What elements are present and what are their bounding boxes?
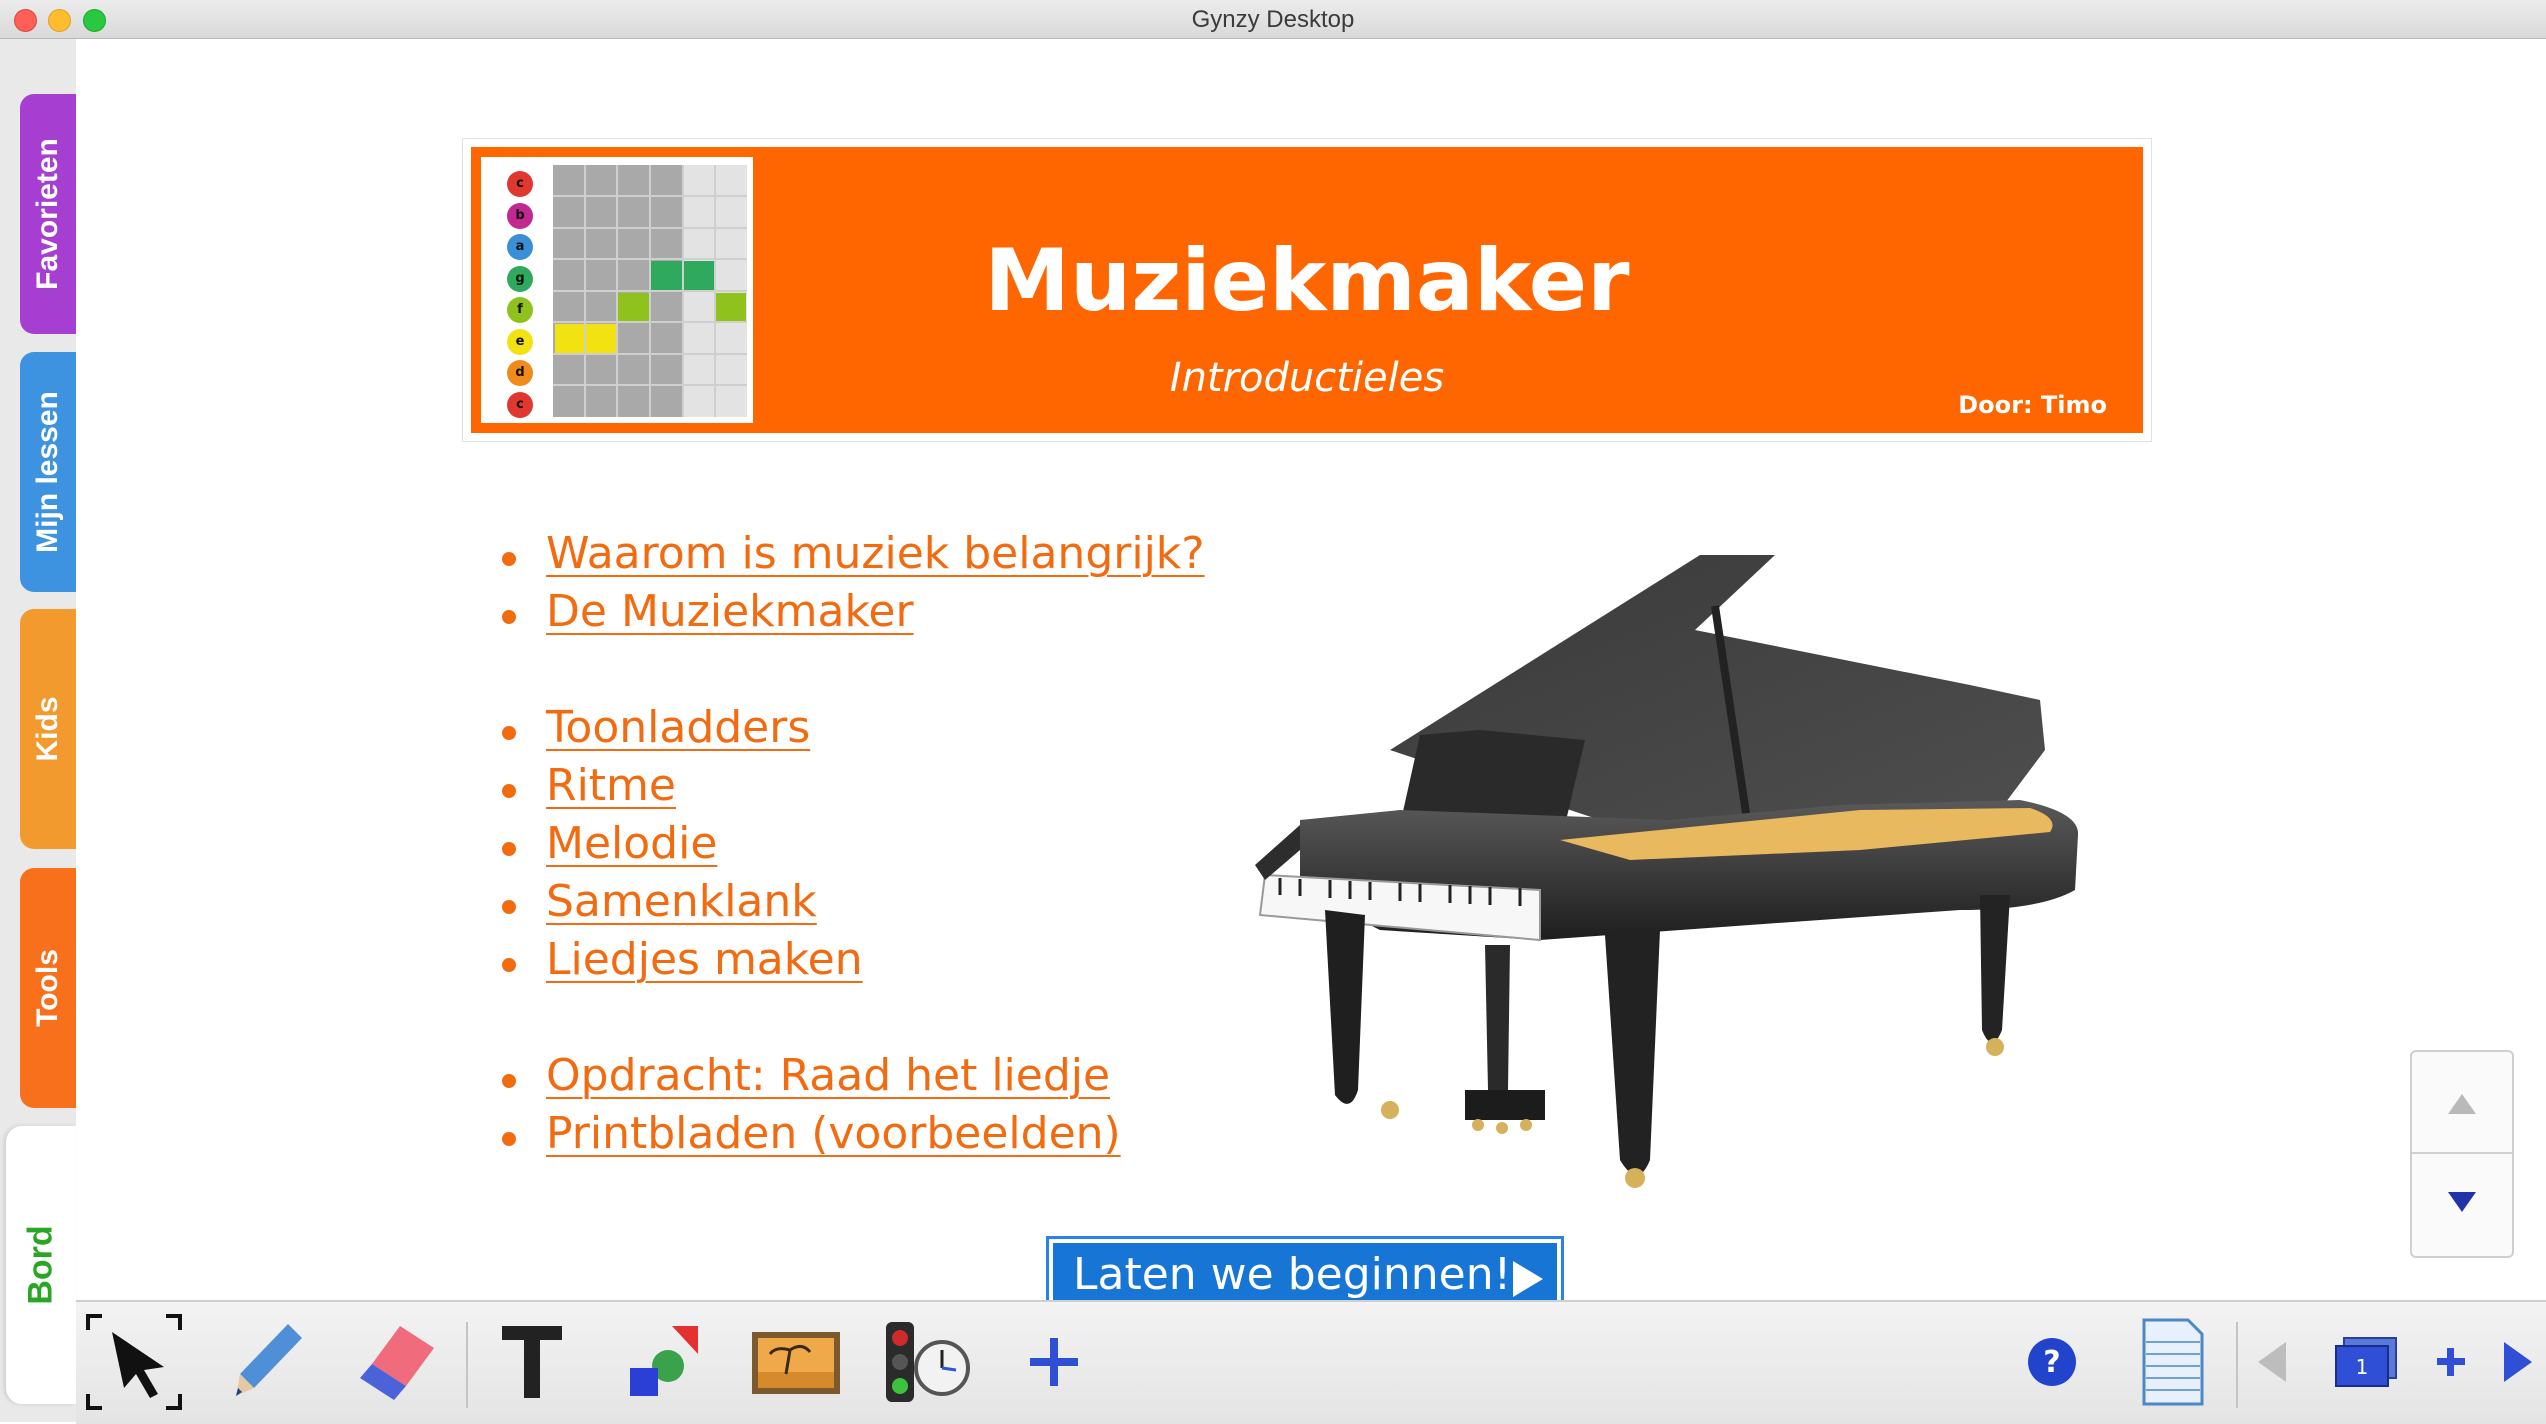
list-item: Ritme bbox=[500, 760, 1205, 818]
sidebar-tab-label: Bord bbox=[21, 1225, 60, 1305]
list-item: Samenklank bbox=[500, 876, 1205, 934]
bullet bbox=[502, 842, 516, 856]
bullet bbox=[502, 726, 516, 740]
page-scroll-control bbox=[2410, 1050, 2514, 1258]
bullet bbox=[502, 1132, 516, 1146]
traffic-light-timer-button[interactable] bbox=[876, 1312, 976, 1412]
list-item: Liedjes maken bbox=[500, 934, 1205, 992]
note-circle: c bbox=[507, 171, 533, 197]
link-waarom-is-muziek-belangrijk[interactable]: Waarom is muziek belangrijk? bbox=[546, 528, 1205, 579]
eraser-icon bbox=[360, 1326, 434, 1400]
shapes-icon bbox=[630, 1326, 698, 1396]
start-lesson-label: Laten we beginnen! bbox=[1053, 1243, 1557, 1306]
link-toonladders[interactable]: Toonladders bbox=[546, 702, 810, 753]
sidebar-tab-label: Mijn lessen bbox=[31, 391, 64, 553]
previous-page-button[interactable] bbox=[2242, 1312, 2302, 1412]
list-item: Toonladders bbox=[500, 702, 1205, 760]
bullet bbox=[502, 552, 516, 566]
page-thumbnail-button[interactable]: 1 bbox=[2316, 1312, 2416, 1412]
note-circle: e bbox=[507, 328, 533, 355]
chevron-down-icon bbox=[2448, 1192, 2476, 1212]
window-title: Gynzy Desktop bbox=[1191, 6, 1355, 33]
start-lesson-button[interactable]: Laten we beginnen! bbox=[1046, 1236, 1564, 1306]
lesson-menu: Waarom is muziek belangrijk? De Muziekma… bbox=[500, 528, 1205, 1166]
image-tool-button[interactable] bbox=[746, 1312, 846, 1412]
sidebar-tab-label: Kids bbox=[31, 696, 64, 762]
page-thumbnail-icon: 1 bbox=[2335, 1337, 2397, 1387]
traffic-light-timer-icon bbox=[886, 1322, 970, 1402]
bullet bbox=[502, 958, 516, 972]
link-de-muziekmaker[interactable]: De Muziekmaker bbox=[546, 586, 914, 637]
add-page-icon bbox=[2437, 1348, 2465, 1376]
bullet bbox=[502, 784, 516, 798]
scroll-down-button[interactable] bbox=[2412, 1154, 2512, 1254]
shapes-tool-button[interactable] bbox=[614, 1312, 714, 1412]
add-tool-button[interactable] bbox=[1004, 1312, 1104, 1412]
eraser-tool-button[interactable] bbox=[348, 1312, 448, 1412]
sidebar-tab-favorieten[interactable]: Favorieten bbox=[20, 94, 76, 334]
current-page-number: 1 bbox=[2356, 1355, 2369, 1379]
add-tool-icon bbox=[1030, 1338, 1078, 1386]
sidebar-tab-bord[interactable]: Bord bbox=[6, 1126, 76, 1404]
bullet bbox=[502, 1074, 516, 1088]
link-samenklank[interactable]: Samenklank bbox=[546, 876, 817, 927]
link-ritme[interactable]: Ritme bbox=[546, 760, 676, 811]
play-arrow-icon bbox=[1513, 1261, 1543, 1297]
scroll-up-button[interactable] bbox=[2412, 1052, 2512, 1152]
link-liedjes-maken[interactable]: Liedjes maken bbox=[546, 934, 863, 985]
list-item: Printbladen (voorbeelden) bbox=[500, 1108, 1205, 1166]
list-item: Opdracht: Raad het liedje bbox=[500, 1050, 1205, 1108]
sidebar-tab-label: Favorieten bbox=[31, 138, 64, 290]
link-printbladen[interactable]: Printbladen (voorbeelden) bbox=[546, 1108, 1121, 1159]
lesson-subtitle: Introductieles bbox=[1169, 355, 1445, 401]
next-page-icon bbox=[2504, 1342, 2532, 1382]
sidebar-tab-tools[interactable]: Tools bbox=[20, 868, 76, 1108]
bottom-toolbar: ? 1 bbox=[76, 1300, 2546, 1424]
select-arrow-icon bbox=[86, 1314, 182, 1410]
link-melodie[interactable]: Melodie bbox=[546, 818, 717, 869]
text-tool-button[interactable] bbox=[482, 1312, 582, 1412]
bullet bbox=[502, 610, 516, 624]
pen-icon bbox=[236, 1324, 302, 1396]
list-item: De Muziekmaker bbox=[500, 586, 1205, 644]
svg-text:?: ? bbox=[2043, 1345, 2060, 1380]
lesson-title: Muziekmaker bbox=[984, 231, 1630, 331]
lesson-author: Door: Timo bbox=[1958, 391, 2107, 419]
list-item: Waarom is muziek belangrijk? bbox=[500, 528, 1205, 586]
banner-background: cbagfedc Muziekmaker Introductieles Door… bbox=[471, 147, 2143, 433]
sidebar-tab-label: Tools bbox=[31, 949, 64, 1027]
lesson-banner: cbagfedc Muziekmaker Introductieles Door… bbox=[462, 138, 2152, 442]
link-opdracht-raad-het-liedje[interactable]: Opdracht: Raad het liedje bbox=[546, 1050, 1110, 1101]
sidebar-tab-mijn-lessen[interactable]: Mijn lessen bbox=[20, 352, 76, 592]
image-icon bbox=[752, 1332, 840, 1394]
chevron-up-icon bbox=[2448, 1094, 2476, 1114]
previous-page-icon bbox=[2258, 1342, 2286, 1382]
text-tool-icon bbox=[502, 1326, 562, 1398]
start-button-text: Laten we beginnen! bbox=[1073, 1249, 1512, 1300]
bullet bbox=[502, 900, 516, 914]
help-icon: ? bbox=[2028, 1338, 2076, 1386]
window-titlebar: Gynzy Desktop bbox=[0, 0, 2546, 39]
page-overview-icon bbox=[2142, 1318, 2204, 1406]
note-circle: b bbox=[507, 202, 533, 229]
next-page-button[interactable] bbox=[2488, 1312, 2544, 1412]
grand-piano-image bbox=[1255, 555, 2079, 1188]
pen-tool-button[interactable] bbox=[218, 1312, 318, 1412]
select-tool-button[interactable] bbox=[84, 1312, 184, 1412]
page-overview-button[interactable] bbox=[2122, 1312, 2222, 1412]
sidebar: Favorieten Mijn lessen Kids Tools Bord bbox=[0, 39, 76, 1422]
list-item: Melodie bbox=[500, 818, 1205, 876]
add-page-button[interactable] bbox=[2416, 1312, 2486, 1412]
sidebar-tab-kids[interactable]: Kids bbox=[20, 609, 76, 849]
help-button[interactable]: ? bbox=[2002, 1312, 2102, 1412]
